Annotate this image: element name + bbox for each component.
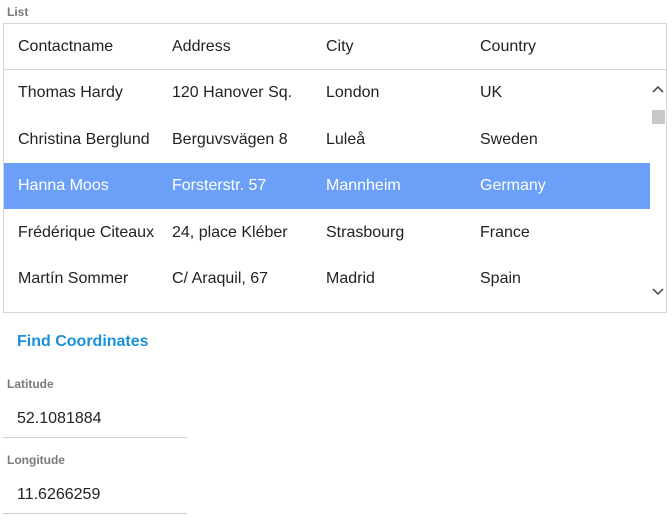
list-cell-contact: Hanna Moos [18, 177, 109, 194]
list-row[interactable]: Frédérique Citeaux 24, place Kléber Strasb… [4, 210, 650, 256]
list-header: Contactname Address City Country [4, 24, 666, 70]
list-cell-country: Sweden [480, 130, 538, 148]
list-cell-country: Germany [480, 177, 546, 194]
list-scrollbar[interactable] [650, 70, 666, 312]
list-row[interactable]: Thomas Hardy 120 Hanover Sq. London UK [4, 70, 650, 116]
list-cell-address: Berguvsvägen 8 [172, 130, 288, 148]
contact-list[interactable]: Contactname Address City Country Thomas … [3, 23, 667, 313]
list-cell-contact: Martín Sommer [18, 270, 129, 287]
list-label: List [7, 5, 29, 19]
list-cell-city: Madrid [326, 270, 375, 287]
list-cell-city: London [326, 84, 380, 101]
list-cell-address: Forsterstr. 57 [172, 177, 267, 194]
scroll-thumb[interactable] [652, 110, 665, 124]
list-cell-address: 24, place Kléber [172, 223, 288, 241]
latitude-field[interactable]: 52.1081884 [3, 400, 187, 438]
list-cell-country: Spain [480, 270, 521, 287]
list-cell-contact: Christina Berglund [18, 130, 150, 148]
scroll-up-icon[interactable] [650, 80, 666, 98]
column-header-city[interactable]: City [312, 38, 466, 56]
list-cell-city: Strasbourg [326, 223, 405, 241]
column-header-contactname[interactable]: Contactname [4, 38, 158, 56]
list-cell-contact: Thomas Hardy [18, 84, 123, 101]
list-cell-country: France [480, 223, 530, 241]
list-cell-contact: Frédérique Citeaux [18, 223, 155, 241]
longitude-label: Longitude [7, 453, 65, 467]
list-row[interactable]: Hanna Moos Forsterstr. 57 Mannheim Germany [4, 163, 650, 209]
column-header-country[interactable]: Country [466, 38, 620, 56]
column-header-address[interactable]: Address [158, 38, 312, 56]
list-row[interactable]: Laurence Lebihan12, rue des BouchersMars… [4, 303, 650, 313]
list-cell-city: Luleå [326, 130, 366, 148]
list-row[interactable]: Martín Sommer C/ Araquil, 67 Madrid Spain [4, 256, 650, 302]
list-cell-address: 120 Hanover Sq. [172, 84, 293, 101]
longitude-field[interactable]: 11.6266259 [3, 476, 187, 514]
list-cell-city: Mannheim [326, 177, 401, 194]
list-body: Thomas Hardy 120 Hanover Sq. London UK Chris… [4, 70, 650, 313]
latitude-label: Latitude [7, 377, 54, 391]
list-cell-address: C/ Araquil, 67 [172, 270, 269, 287]
scroll-down-icon[interactable] [650, 283, 666, 301]
find-coordinates-link[interactable]: Find Coordinates [17, 333, 149, 351]
list-row[interactable]: Christina Berglund Berguvsvägen 8 Luleå Swe… [4, 117, 650, 163]
list-cell-country: UK [480, 84, 503, 101]
